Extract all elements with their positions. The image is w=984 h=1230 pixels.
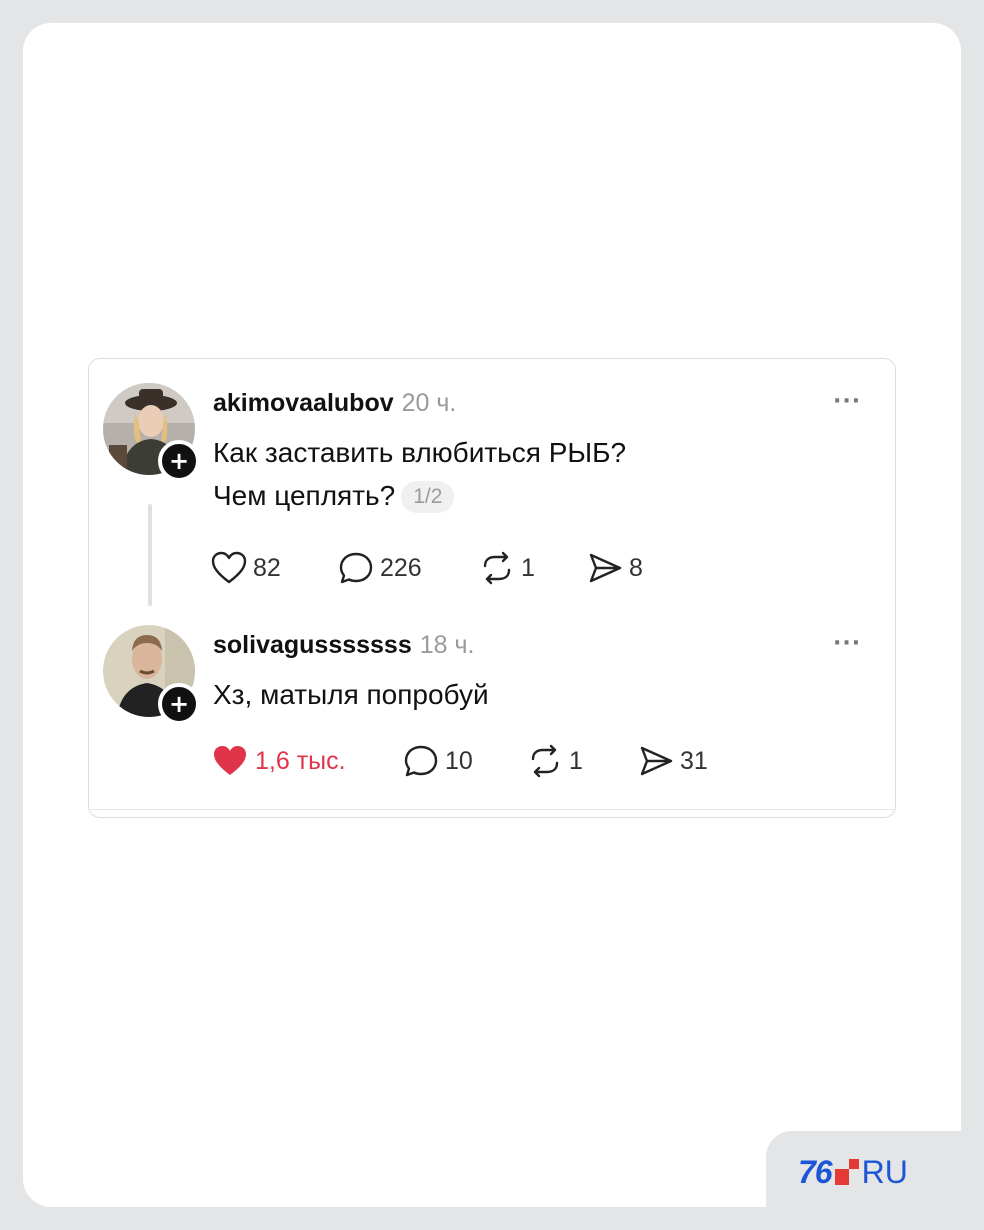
- heart-filled-icon: [214, 746, 246, 775]
- post-text: Хз, матыля попробуй: [213, 673, 489, 716]
- thread-connector: [148, 504, 152, 606]
- reply-button[interactable]: 10: [403, 744, 473, 778]
- post-text: Как заставить влюбиться РЫБ? Чем цеплять…: [213, 431, 626, 517]
- like-count: 82: [253, 553, 281, 582]
- heart-icon: [211, 551, 247, 584]
- thread-card: + akimovaalubov 20 ч. ··· Как заставить в…: [88, 358, 896, 818]
- share-button[interactable]: 8: [587, 551, 643, 585]
- post-time: 18 ч.: [419, 631, 475, 659]
- repost-count: 1: [521, 553, 535, 582]
- like-button[interactable]: 1,6 тыс.: [211, 744, 346, 778]
- reply-count: 10: [445, 746, 473, 775]
- username[interactable]: solivagusssssss: [213, 631, 412, 659]
- repost-icon: [531, 744, 559, 778]
- username[interactable]: akimovaalubov: [213, 389, 394, 417]
- page-indicator: 1/2: [401, 481, 455, 513]
- speech-bubble-icon: [404, 745, 438, 777]
- like-button[interactable]: 82: [211, 551, 281, 585]
- divider: [89, 809, 895, 810]
- share-button[interactable]: 31: [638, 744, 708, 778]
- post-text-line: Чем цеплять? 1/2: [213, 474, 626, 517]
- more-options-icon[interactable]: ···: [833, 389, 861, 414]
- follow-plus-icon[interactable]: +: [158, 440, 200, 482]
- brand-suffix: RU: [861, 1153, 908, 1190]
- repost-button[interactable]: 1: [479, 551, 535, 585]
- post-text-line2: Чем цеплять?: [213, 480, 396, 511]
- more-options-icon[interactable]: ···: [833, 631, 861, 656]
- repost-button[interactable]: 1: [527, 744, 583, 778]
- share-count: 31: [680, 746, 708, 775]
- brand-number: 76: [798, 1153, 833, 1190]
- share-count: 8: [629, 553, 643, 582]
- post-text-line: Хз, матыля попробуй: [213, 679, 489, 710]
- reply-count: 226: [380, 553, 422, 582]
- reply-button[interactable]: 226: [338, 551, 422, 585]
- brand-mark-icon: [834, 1159, 859, 1185]
- like-count: 1,6 тыс.: [255, 746, 346, 775]
- send-icon: [589, 553, 622, 583]
- post-author[interactable]: akimovaalubov 20 ч.: [213, 389, 456, 418]
- post-author[interactable]: solivagusssssss 18 ч.: [213, 631, 474, 660]
- speech-bubble-icon: [339, 552, 373, 584]
- post-time: 20 ч.: [401, 389, 457, 417]
- follow-plus-icon[interactable]: +: [158, 683, 200, 725]
- post-text-line: Как заставить влюбиться РЫБ?: [213, 437, 627, 468]
- repost-icon: [483, 551, 511, 585]
- send-icon: [640, 746, 673, 776]
- repost-count: 1: [569, 746, 583, 775]
- brand-logo: 76 RU: [798, 1152, 908, 1192]
